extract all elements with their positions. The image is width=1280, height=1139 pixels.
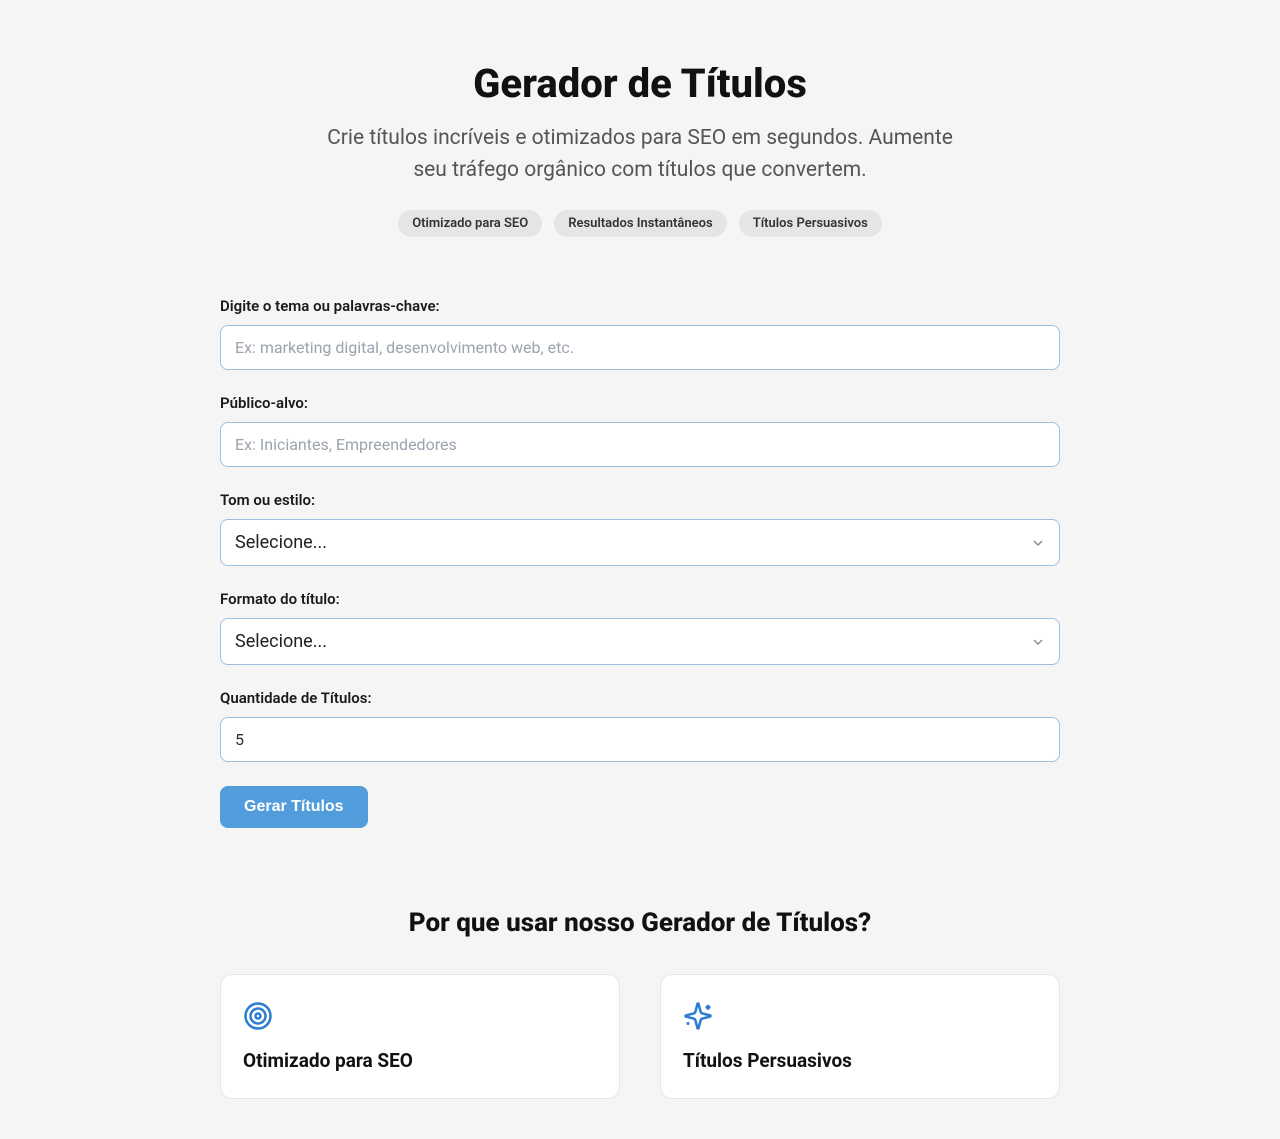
generate-button[interactable]: Gerar Títulos bbox=[220, 786, 368, 828]
page-subtitle: Crie títulos incríveis e otimizados para… bbox=[320, 123, 960, 186]
tone-label: Tom ou estilo: bbox=[220, 491, 1060, 509]
pill-persuasive: Títulos Persuasivos bbox=[739, 210, 882, 237]
tone-select[interactable]: Selecione... bbox=[220, 519, 1060, 566]
card-seo-title: Otimizado para SEO bbox=[243, 1049, 597, 1072]
page-title: Gerador de Títulos bbox=[220, 60, 1060, 107]
card-persuasive-title: Títulos Persuasivos bbox=[683, 1049, 1037, 1072]
why-section: Por que usar nosso Gerador de Títulos? O… bbox=[220, 908, 1060, 1099]
pill-instant: Resultados Instantâneos bbox=[554, 210, 726, 237]
card-persuasive: Títulos Persuasivos bbox=[660, 974, 1060, 1099]
sparkles-icon bbox=[683, 1001, 713, 1031]
format-select[interactable]: Selecione... bbox=[220, 618, 1060, 665]
pill-seo: Otimizado para SEO bbox=[398, 210, 542, 237]
quantity-input[interactable] bbox=[220, 717, 1060, 762]
format-label: Formato do título: bbox=[220, 590, 1060, 608]
why-title: Por que usar nosso Gerador de Títulos? bbox=[220, 908, 1060, 938]
pills-row: Otimizado para SEO Resultados Instantâne… bbox=[220, 210, 1060, 237]
form: Digite o tema ou palavras-chave: Público… bbox=[220, 297, 1060, 828]
quantity-label: Quantidade de Títulos: bbox=[220, 689, 1060, 707]
header: Gerador de Títulos Crie títulos incrívei… bbox=[220, 60, 1060, 237]
audience-label: Público-alvo: bbox=[220, 394, 1060, 412]
target-icon bbox=[243, 1001, 273, 1031]
keywords-label: Digite o tema ou palavras-chave: bbox=[220, 297, 1060, 315]
card-seo: Otimizado para SEO bbox=[220, 974, 620, 1099]
audience-input[interactable] bbox=[220, 422, 1060, 467]
keywords-input[interactable] bbox=[220, 325, 1060, 370]
